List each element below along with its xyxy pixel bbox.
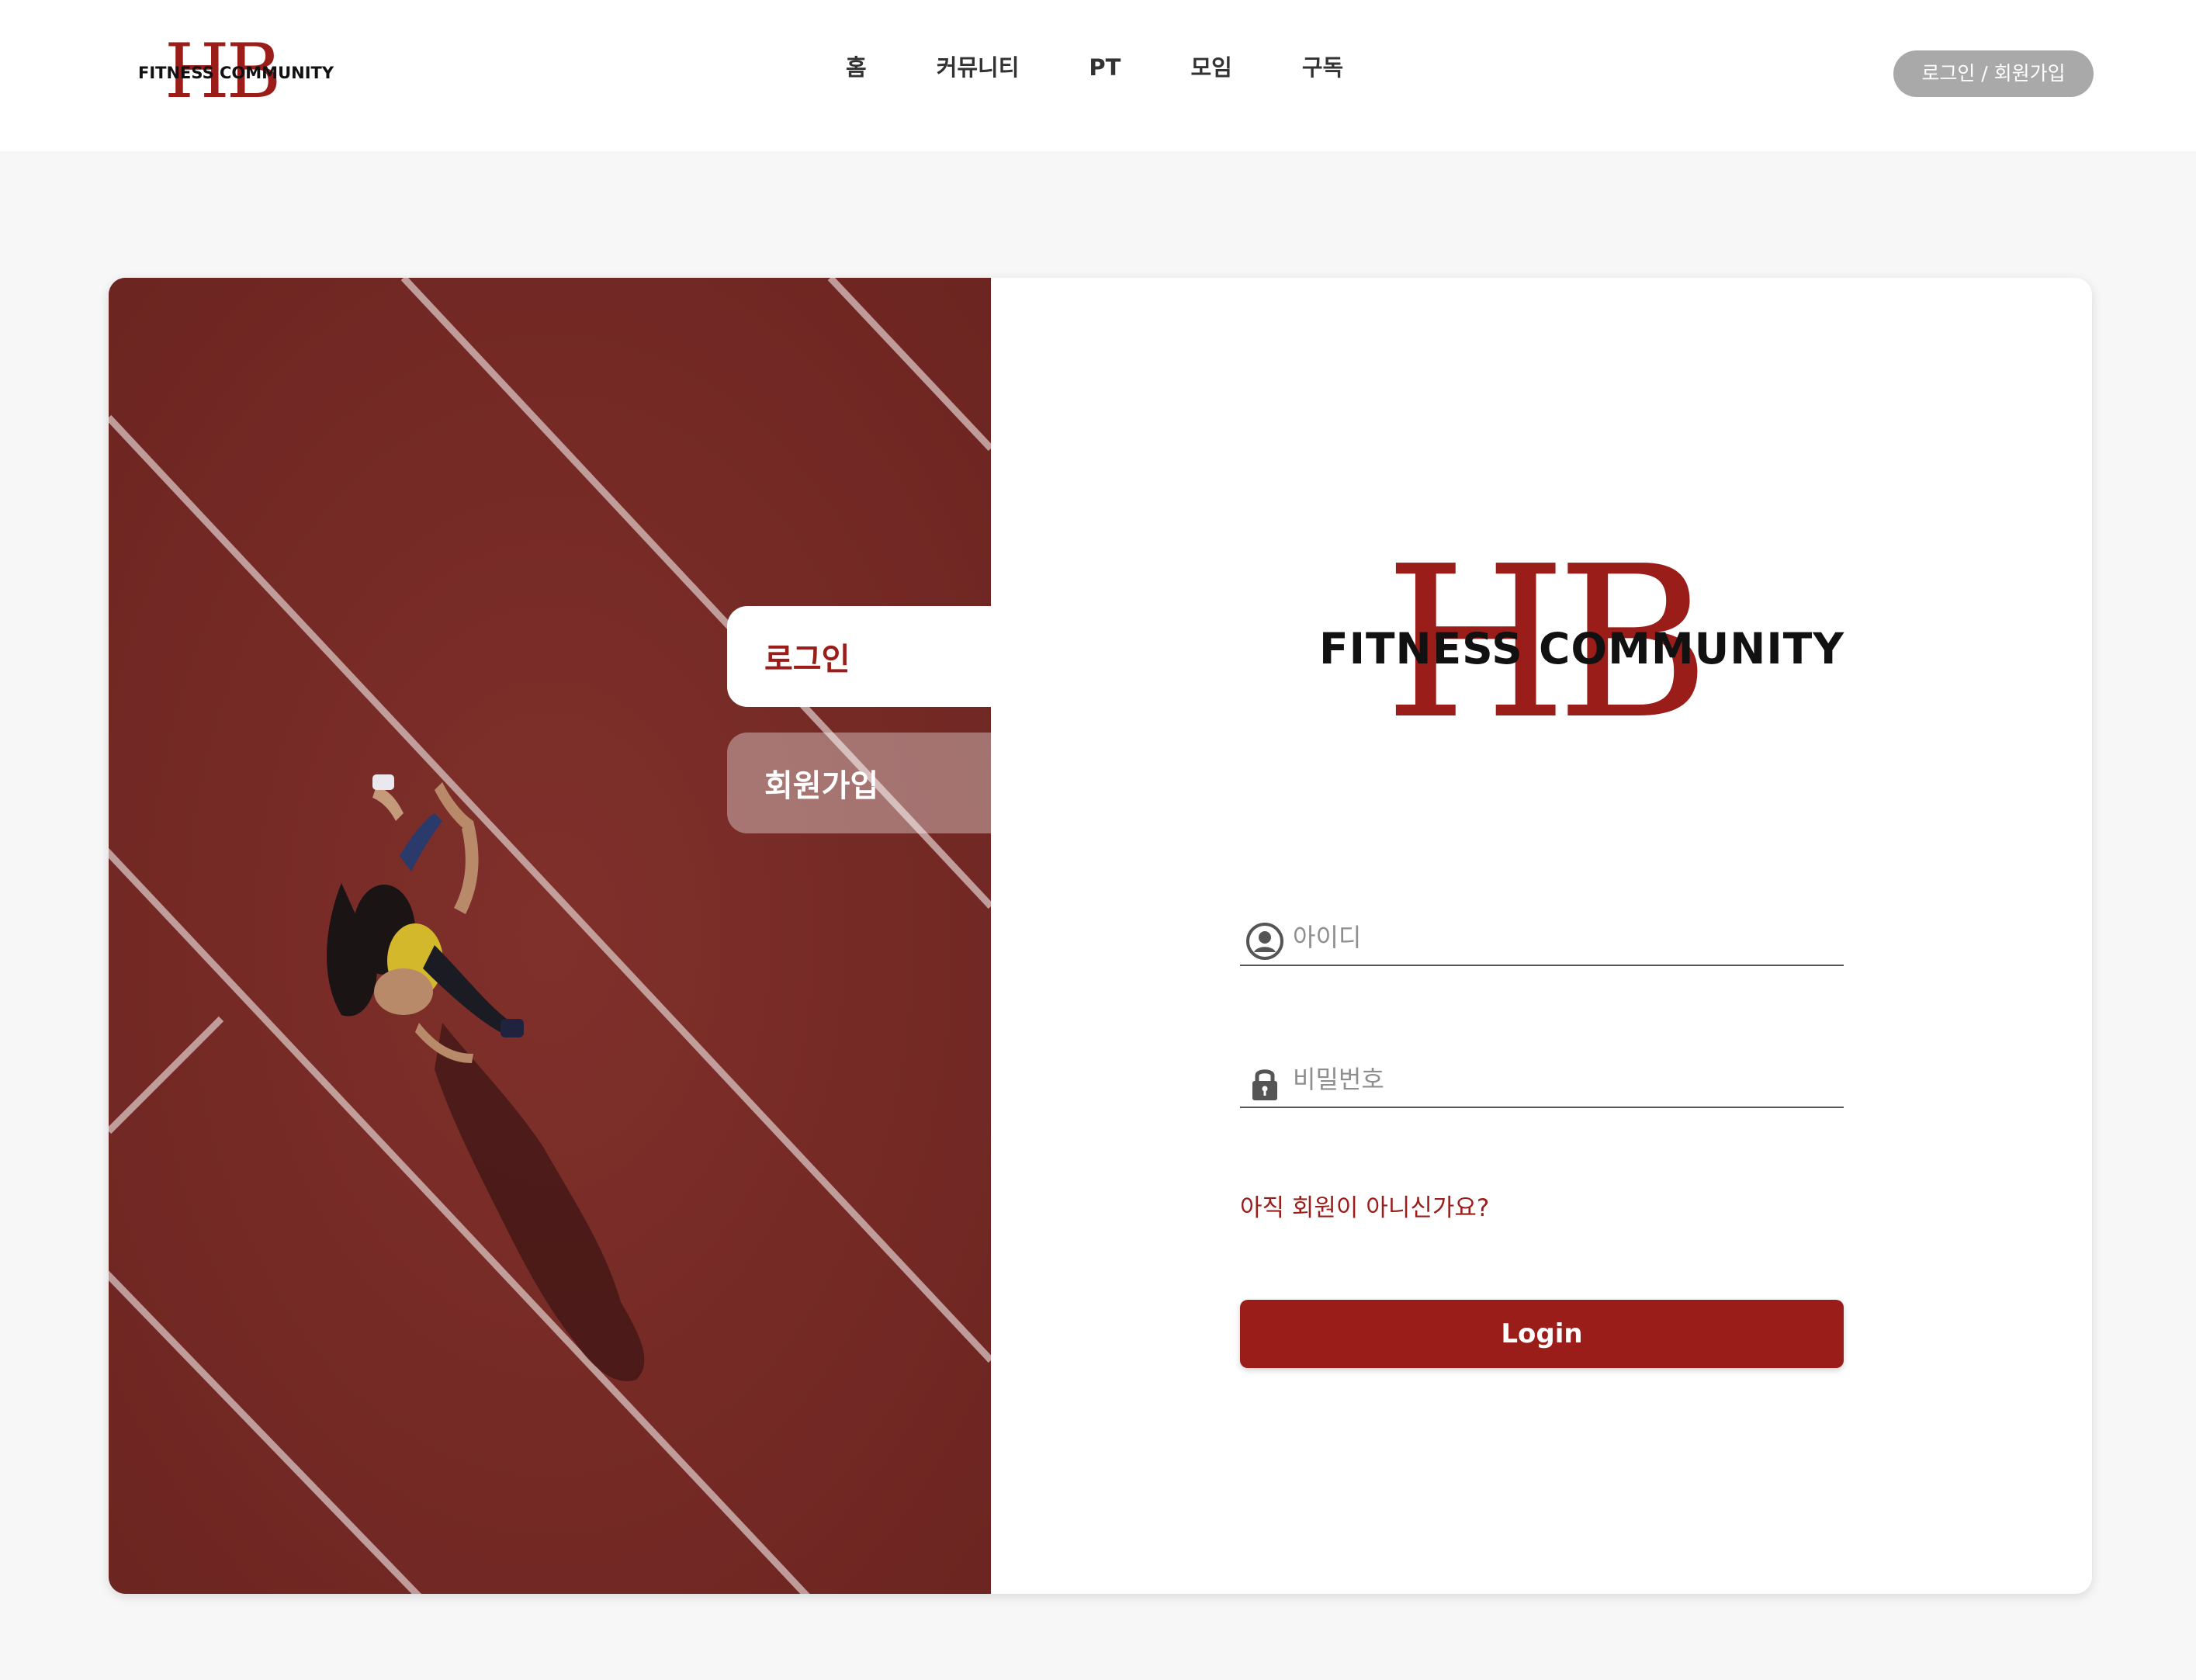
login-button[interactable]: Login bbox=[1240, 1300, 1844, 1368]
logo-text: FITNESS COMMUNITY bbox=[138, 64, 334, 82]
track-illustration bbox=[109, 278, 991, 1594]
main-nav: 홈 커뮤니티 PT 모임 구독 bbox=[846, 48, 1343, 87]
signup-link[interactable]: 아직 회원이 아니신가요? bbox=[1240, 1188, 1489, 1223]
tab-signup[interactable]: 회원가입 bbox=[727, 733, 991, 833]
tab-login[interactable]: 로그인 bbox=[727, 606, 991, 707]
login-signup-button[interactable]: 로그인 / 회원가입 bbox=[1893, 50, 2094, 97]
id-field bbox=[1240, 910, 1844, 966]
password-field bbox=[1240, 1052, 1844, 1108]
top-header: HB FITNESS COMMUNITY 홈 커뮤니티 PT 모임 구독 로그인… bbox=[0, 0, 2196, 151]
nav-item-home[interactable]: 홈 bbox=[846, 48, 867, 87]
lock-icon bbox=[1252, 1069, 1277, 1100]
running-track-image bbox=[109, 278, 991, 1594]
tab-login-label: 로그인 bbox=[764, 642, 850, 677]
header-logo[interactable]: HB FITNESS COMMUNITY bbox=[138, 34, 334, 109]
nav-item-pt[interactable]: PT bbox=[1089, 48, 1121, 87]
nav-item-meetup[interactable]: 모임 bbox=[1190, 48, 1231, 87]
nav-item-community[interactable]: 커뮤니티 bbox=[937, 48, 1020, 87]
id-input[interactable] bbox=[1293, 916, 1828, 958]
user-circle-icon bbox=[1246, 923, 1283, 960]
nav-item-subscribe[interactable]: 구독 bbox=[1302, 48, 1343, 87]
form-logo: HB FITNESS COMMUNITY bbox=[1319, 539, 1845, 748]
form-logo-text: FITNESS COMMUNITY bbox=[1319, 624, 1845, 674]
password-input[interactable] bbox=[1293, 1058, 1828, 1100]
login-card: 로그인 회원가입 HB FITNESS COMMUNITY 아직 회원이 아니신… bbox=[109, 278, 2092, 1594]
tab-signup-label: 회원가입 bbox=[764, 768, 879, 804]
